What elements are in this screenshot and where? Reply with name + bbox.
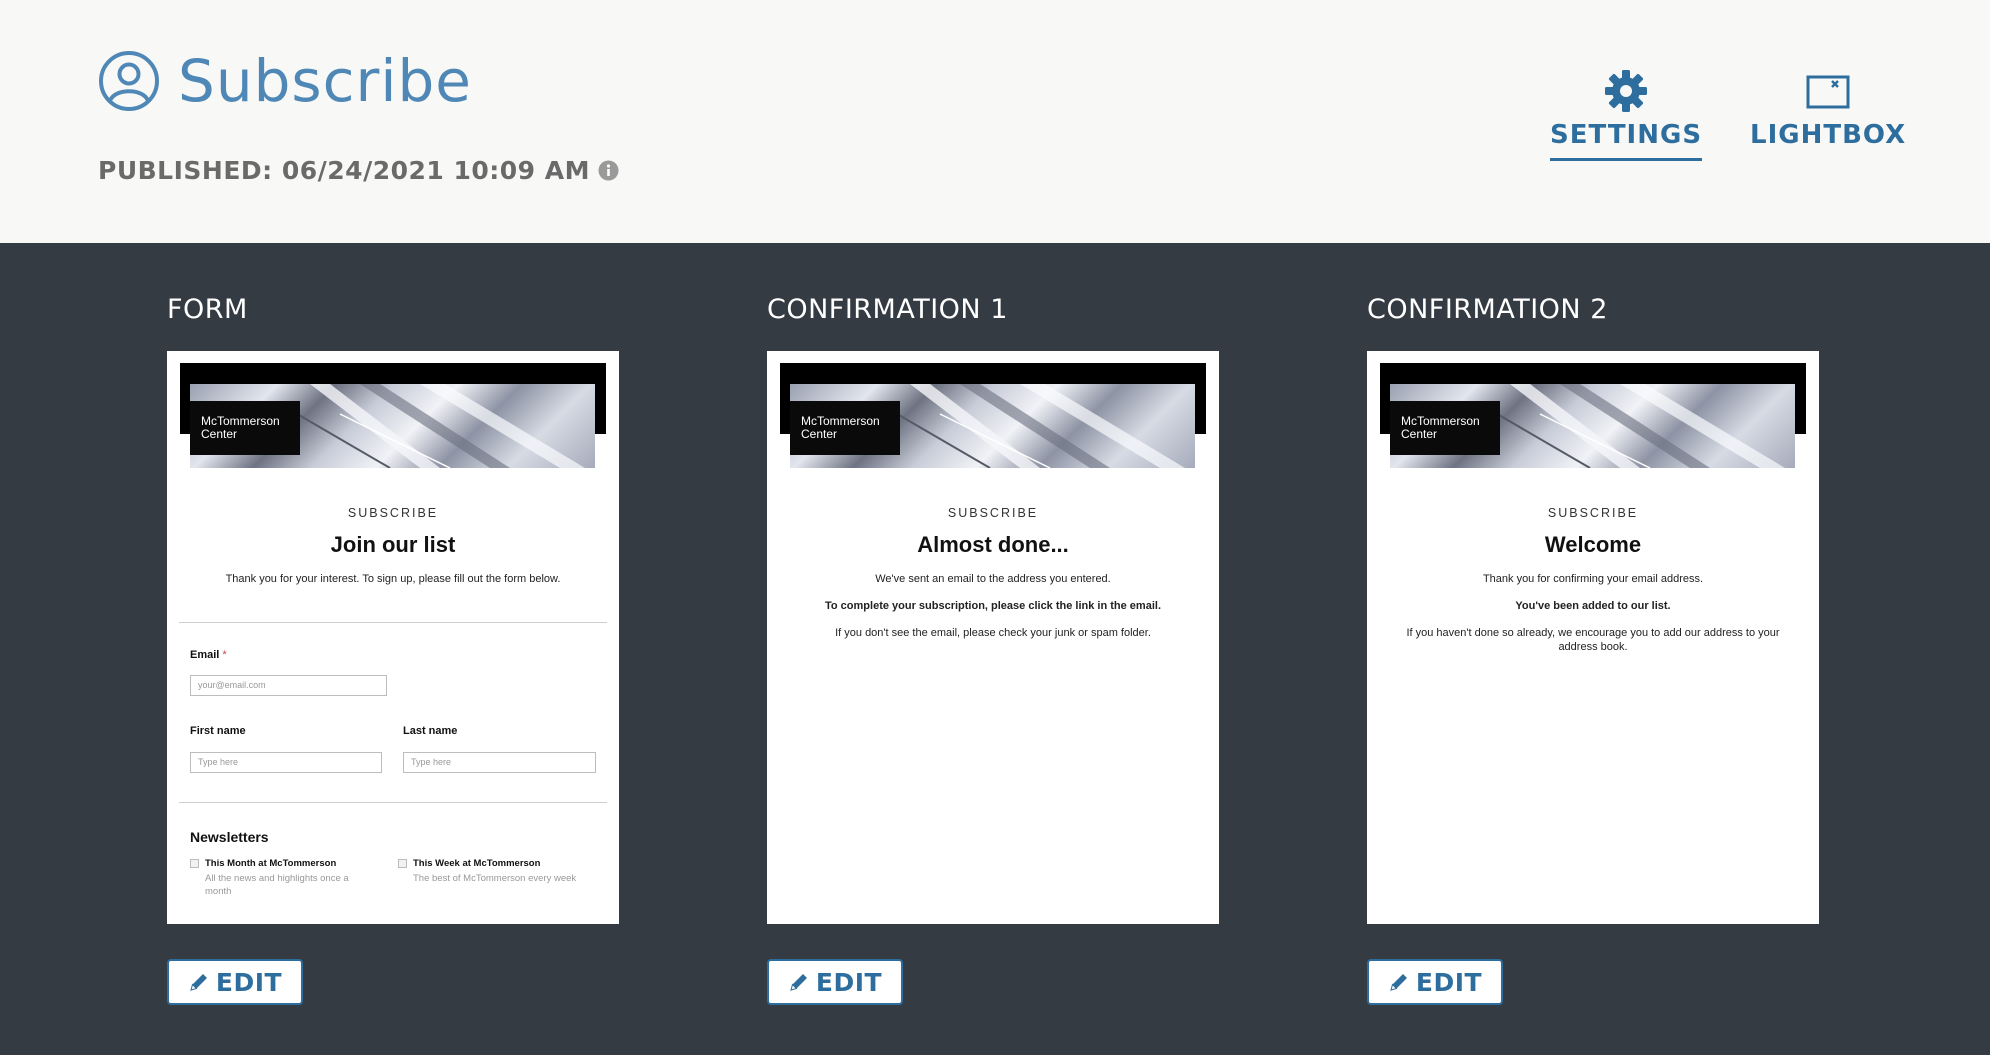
- confirmation-1-preview-card[interactable]: McTommerson Center SUBSCRIBE Almost done…: [767, 351, 1219, 924]
- kicker: SUBSCRIBE: [1547, 506, 1639, 520]
- page-title-group: Subscribe: [98, 46, 472, 116]
- kicker: SUBSCRIBE: [347, 506, 439, 520]
- header: Subscribe PUBLISHED: 06/24/2021 10:09 AM: [0, 0, 1990, 243]
- edit-label: EDIT: [215, 967, 283, 997]
- published-text: PUBLISHED: 06/24/2021 10:09 AM: [98, 156, 591, 185]
- confirmation-line: If you don't see the email, please check…: [835, 627, 1151, 639]
- confirmation-line: We've sent an email to the address you e…: [875, 573, 1111, 585]
- lightbox-label: LIGHTBOX: [1750, 120, 1907, 150]
- newsletter-desc: All the news and highlights once a month: [205, 873, 349, 897]
- card-heading: Almost done...: [917, 532, 1069, 557]
- user-circle-icon: [99, 51, 159, 111]
- email-field[interactable]: your@email.com: [190, 675, 387, 696]
- newsletter-desc: The best of McTommerson every week: [413, 873, 577, 884]
- panel-title: CONFIRMATION 2: [1367, 294, 1608, 325]
- published-status: PUBLISHED: 06/24/2021 10:09 AM: [98, 156, 619, 185]
- confirmation-line: Thank you for confirming your email addr…: [1482, 573, 1704, 585]
- panel-confirmation-1: CONFIRMATION 1 McTommerson Center SUBSCR…: [767, 292, 1219, 1005]
- confirmation-line: If you haven't done so already, we encou…: [1406, 627, 1780, 653]
- settings-tab[interactable]: SETTINGS: [1550, 68, 1703, 161]
- panel-form: FORM McTommerson Center SUBSCRIBE Join o…: [167, 292, 619, 1005]
- required-marker: *: [222, 649, 227, 661]
- confirmation-content: SUBSCRIBE Almost done... We've sent an e…: [767, 506, 1219, 640]
- edit-label: EDIT: [815, 967, 883, 997]
- pencil-icon: [190, 974, 207, 991]
- newsletter-checkbox[interactable]: [190, 859, 199, 868]
- newsletter-title: This Week at McTommerson: [413, 858, 541, 869]
- logo: McTommerson Center: [1390, 401, 1500, 455]
- divider: [179, 802, 607, 803]
- edit-button[interactable]: EDIT: [767, 959, 903, 1005]
- kicker: SUBSCRIBE: [947, 506, 1039, 520]
- newsletter-checkbox[interactable]: [398, 859, 407, 868]
- newsletter-title: This Month at McTommerson: [205, 858, 337, 869]
- edit-button[interactable]: EDIT: [1367, 959, 1503, 1005]
- form-intro: SUBSCRIBE Join our list Thank you for yo…: [167, 506, 619, 586]
- lightbox-tab[interactable]: LIGHTBOX: [1750, 68, 1906, 158]
- card-heading: Welcome: [1544, 532, 1642, 557]
- newsletters-title: Newsletters: [190, 829, 269, 845]
- settings-label: SETTINGS: [1550, 120, 1703, 161]
- pencil-icon: [1390, 974, 1407, 991]
- page-title: Subscribe: [178, 47, 472, 115]
- panel-confirmation-2: CONFIRMATION 2 McTommerson Center SUBSCR…: [1367, 292, 1819, 1005]
- first-name-label: First name: [190, 725, 246, 737]
- email-label-text: Email: [190, 649, 220, 661]
- edit-label: EDIT: [1415, 967, 1483, 997]
- panel-title: FORM: [167, 294, 248, 325]
- edit-button[interactable]: EDIT: [167, 959, 303, 1005]
- confirmation-line: You've been added to our list.: [1515, 600, 1671, 612]
- confirmation-2-preview-card[interactable]: McTommerson Center SUBSCRIBE Welcome Tha…: [1367, 351, 1819, 924]
- divider: [179, 622, 607, 623]
- intro-text: Thank you for your interest. To sign up,…: [225, 573, 561, 585]
- logo: McTommerson Center: [790, 401, 900, 455]
- pencil-icon: [790, 974, 807, 991]
- card-heading: Join our list: [330, 532, 456, 557]
- form-preview-card[interactable]: McTommerson Center SUBSCRIBE Join our li…: [167, 351, 619, 924]
- logo: McTommerson Center: [190, 401, 300, 455]
- first-name-field[interactable]: Type here: [190, 752, 382, 773]
- email-label: Email *: [190, 649, 227, 661]
- gear-icon: [1603, 68, 1649, 114]
- lightbox-icon: [1805, 68, 1851, 114]
- info-icon[interactable]: [598, 160, 619, 181]
- last-name-label: Last name: [403, 725, 458, 737]
- confirmation-content: SUBSCRIBE Welcome Thank you for confirmi…: [1367, 506, 1819, 654]
- confirmation-line: To complete your subscription, please cl…: [825, 600, 1161, 612]
- last-name-field[interactable]: Type here: [403, 752, 596, 773]
- panel-title: CONFIRMATION 1: [767, 294, 1008, 325]
